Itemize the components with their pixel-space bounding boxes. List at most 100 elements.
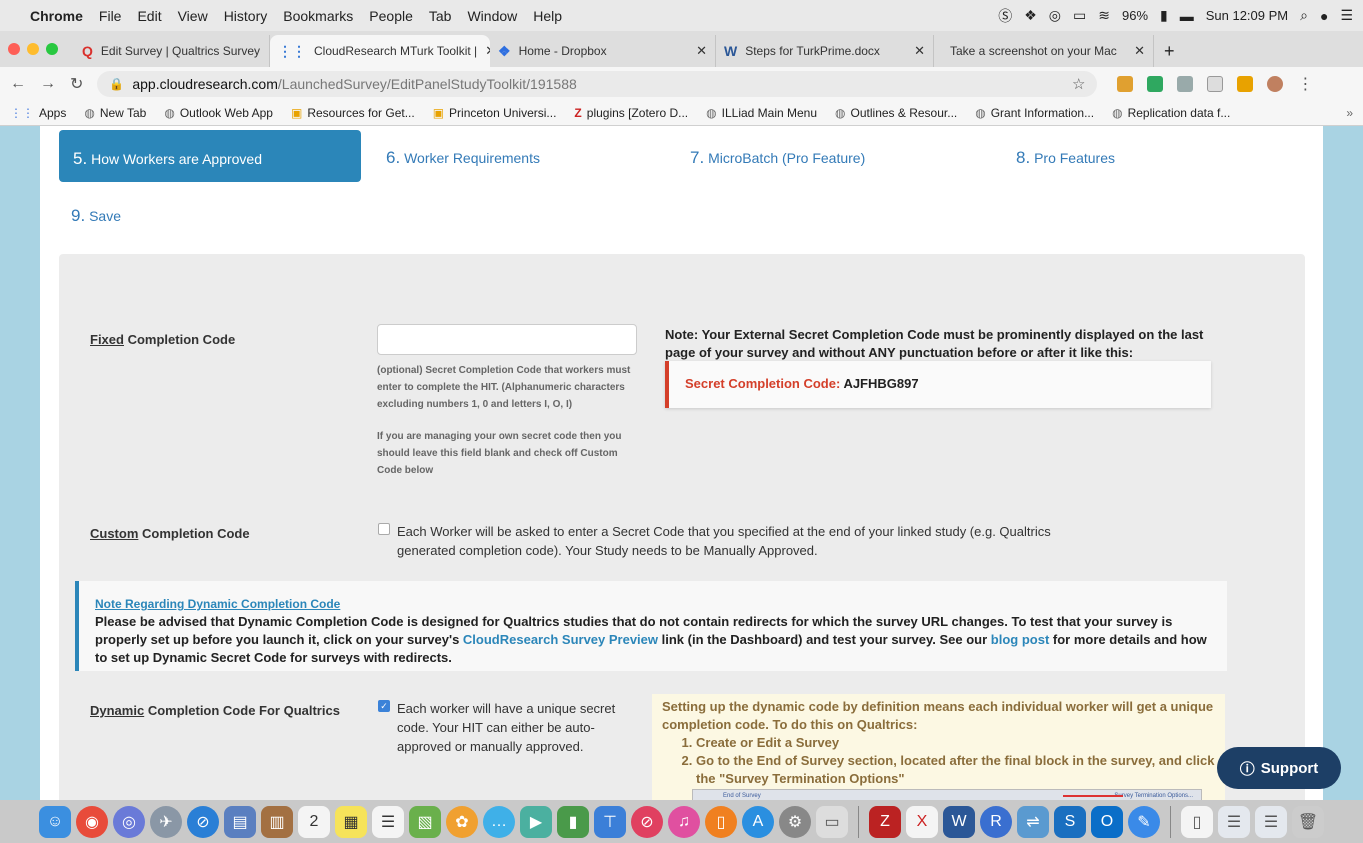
extension-icon[interactable] bbox=[1177, 75, 1194, 92]
keynote-icon[interactable]: ⊤ bbox=[594, 805, 626, 838]
menu-view[interactable]: View bbox=[178, 8, 208, 24]
bookmark-item[interactable]: ▣ Princeton Universi... bbox=[433, 106, 557, 120]
close-tab-icon[interactable]: ✕ bbox=[906, 43, 925, 59]
messages-icon[interactable]: … bbox=[483, 805, 515, 838]
document-icon[interactable]: ▯ bbox=[1181, 805, 1213, 838]
safari-icon[interactable]: ⊘ bbox=[187, 805, 219, 838]
app-store-icon[interactable]: A bbox=[742, 805, 774, 838]
dropbox-icon[interactable]: ❖ bbox=[1024, 7, 1037, 24]
wifi-icon[interactable]: ≋ bbox=[1098, 7, 1110, 24]
photos-icon[interactable]: ✿ bbox=[446, 805, 478, 838]
preview-icon[interactable]: ▤ bbox=[224, 805, 256, 838]
close-tab-icon[interactable]: ✕ bbox=[1126, 43, 1145, 59]
new-tab-button[interactable]: + bbox=[1154, 35, 1185, 67]
window-icon[interactable]: ☰ bbox=[1218, 805, 1250, 838]
bookmark-item[interactable]: ◍ Grant Information... bbox=[975, 106, 1094, 120]
creative-cloud-icon[interactable]: ◎ bbox=[1049, 7, 1061, 24]
siri-icon[interactable]: ● bbox=[1320, 8, 1328, 24]
step-8-pro-features[interactable]: 8. Pro Features bbox=[1016, 148, 1115, 168]
finder-icon[interactable]: ☺ bbox=[39, 805, 71, 838]
numbers-icon[interactable]: ▮ bbox=[557, 805, 589, 838]
forward-icon[interactable]: → bbox=[40, 75, 56, 93]
flag-icon[interactable]: ▬ bbox=[1180, 8, 1194, 24]
reminders-icon[interactable]: ☰ bbox=[372, 805, 404, 838]
menu-people[interactable]: People bbox=[369, 8, 413, 24]
step-6-worker-requirements[interactable]: 6. Worker Requirements bbox=[386, 148, 540, 168]
survey-preview-link[interactable]: CloudResearch Survey Preview bbox=[463, 632, 658, 647]
tab-dropbox[interactable]: ❖ Home - Dropbox ✕ bbox=[490, 35, 716, 67]
step-9-save[interactable]: 9. Save bbox=[71, 206, 121, 226]
close-tab-icon[interactable]: ✕ bbox=[260, 43, 269, 59]
back-icon[interactable]: ← bbox=[10, 75, 26, 93]
tab-cloudresearch[interactable]: ⋮⋮ CloudResearch MTurk Toolkit | ✕ bbox=[270, 35, 490, 67]
chrome-menu-icon[interactable]: ⋮ bbox=[1297, 74, 1313, 94]
news-icon[interactable]: ⊘ bbox=[631, 805, 663, 838]
dynamic-note-title[interactable]: Note Regarding Dynamic Completion Code bbox=[95, 595, 1211, 613]
close-tab-icon[interactable]: ✕ bbox=[688, 43, 707, 59]
menu-file[interactable]: File bbox=[99, 8, 122, 24]
bookmark-item[interactable]: ◍ Outlines & Resour... bbox=[835, 106, 957, 120]
music-icon[interactable]: ♫ bbox=[668, 805, 700, 838]
menu-app-name[interactable]: Chrome bbox=[30, 8, 83, 24]
scanner-icon[interactable]: ▭ bbox=[816, 805, 848, 838]
menu-edit[interactable]: Edit bbox=[137, 8, 161, 24]
profile-avatar[interactable] bbox=[1267, 75, 1284, 92]
tab-apple-support[interactable]: Take a screenshot on your Mac ✕ bbox=[934, 35, 1154, 67]
tab-word-doc[interactable]: W Steps for TurkPrime.docx ✕ bbox=[716, 35, 934, 67]
bookmark-item[interactable]: ◍ ILLiad Main Menu bbox=[706, 106, 817, 120]
facetime-icon[interactable]: ▶ bbox=[520, 805, 552, 838]
airplay-icon[interactable]: ▭ bbox=[1073, 7, 1086, 24]
network-icon[interactable]: ⇌ bbox=[1017, 805, 1049, 838]
clock[interactable]: Sun 12:09 PM bbox=[1206, 8, 1288, 23]
bookmark-item[interactable]: Zplugins [Zotero D... bbox=[574, 106, 688, 120]
photo-booth-icon[interactable]: ▧ bbox=[409, 805, 441, 838]
battery-percent[interactable]: 96% bbox=[1122, 8, 1148, 23]
fixed-completion-code-input[interactable] bbox=[377, 324, 637, 355]
close-window-button[interactable] bbox=[8, 43, 20, 55]
menu-help[interactable]: Help bbox=[533, 8, 562, 24]
extension-icon[interactable] bbox=[1237, 75, 1254, 92]
outlook-icon[interactable]: O bbox=[1091, 805, 1123, 838]
minimize-window-button[interactable] bbox=[27, 43, 39, 55]
calendar-icon[interactable]: 2 bbox=[298, 805, 330, 838]
siri-icon[interactable]: ◎ bbox=[113, 805, 145, 838]
extension-off-icon[interactable] bbox=[1117, 75, 1134, 92]
spotlight-search-icon[interactable]: ⌕ bbox=[1300, 7, 1308, 24]
custom-code-checkbox[interactable] bbox=[378, 523, 390, 535]
close-tab-icon[interactable]: ✕ bbox=[477, 43, 490, 59]
launchpad-icon[interactable]: ✈ bbox=[150, 805, 182, 838]
trash-icon[interactable]: 🗑 bbox=[1292, 805, 1324, 838]
menu-tab[interactable]: Tab bbox=[429, 8, 452, 24]
bookmark-star-icon[interactable]: ☆ bbox=[1072, 75, 1085, 93]
bookmark-apps[interactable]: ⋮⋮ Apps bbox=[10, 106, 66, 120]
menu-bookmarks[interactable]: Bookmarks bbox=[283, 8, 353, 24]
extension-icon[interactable] bbox=[1147, 75, 1164, 92]
chrome-icon[interactable]: ◉ bbox=[76, 805, 108, 838]
lock-icon[interactable]: 🔒 bbox=[109, 77, 124, 91]
word-icon[interactable]: W bbox=[943, 805, 975, 838]
bookmark-item[interactable]: ◍ Outlook Web App bbox=[164, 106, 273, 120]
contacts-icon[interactable]: ▥ bbox=[261, 805, 293, 838]
skype-icon[interactable]: Ⓢ bbox=[998, 6, 1012, 26]
step-5-how-workers-approved[interactable]: 5. How Workers are Approved bbox=[59, 130, 361, 182]
notes-icon[interactable]: ▦ bbox=[335, 805, 367, 838]
address-bar[interactable]: 🔒 app.cloudresearch.com /LaunchedSurvey/… bbox=[97, 70, 1098, 97]
support-button[interactable]: ⓘ Support bbox=[1217, 747, 1341, 789]
r-icon[interactable]: R bbox=[980, 805, 1012, 838]
zotero-icon[interactable]: Z bbox=[869, 805, 901, 838]
xcode-icon[interactable]: ✎ bbox=[1128, 805, 1160, 838]
menu-window[interactable]: Window bbox=[467, 8, 517, 24]
system-preferences-icon[interactable]: ⚙ bbox=[779, 805, 811, 838]
books-icon[interactable]: ▯ bbox=[705, 805, 737, 838]
bookmark-item[interactable]: ◍ Replication data f... bbox=[1112, 106, 1230, 120]
skype-icon[interactable]: S bbox=[1054, 805, 1086, 838]
extension-icon[interactable] bbox=[1207, 75, 1224, 92]
battery-icon[interactable]: ▮ bbox=[1160, 7, 1168, 24]
blog-post-link[interactable]: blog post bbox=[991, 632, 1050, 647]
window-icon[interactable]: ☰ bbox=[1255, 805, 1287, 838]
step-7-microbatch[interactable]: 7. MicroBatch (Pro Feature) bbox=[690, 148, 865, 168]
dynamic-code-checkbox[interactable]: ✓ bbox=[378, 700, 390, 712]
bookmark-item[interactable]: ▣ Resources for Get... bbox=[291, 106, 415, 120]
zoom-window-button[interactable] bbox=[46, 43, 58, 55]
bookmarks-overflow-icon[interactable]: » bbox=[1346, 106, 1353, 120]
